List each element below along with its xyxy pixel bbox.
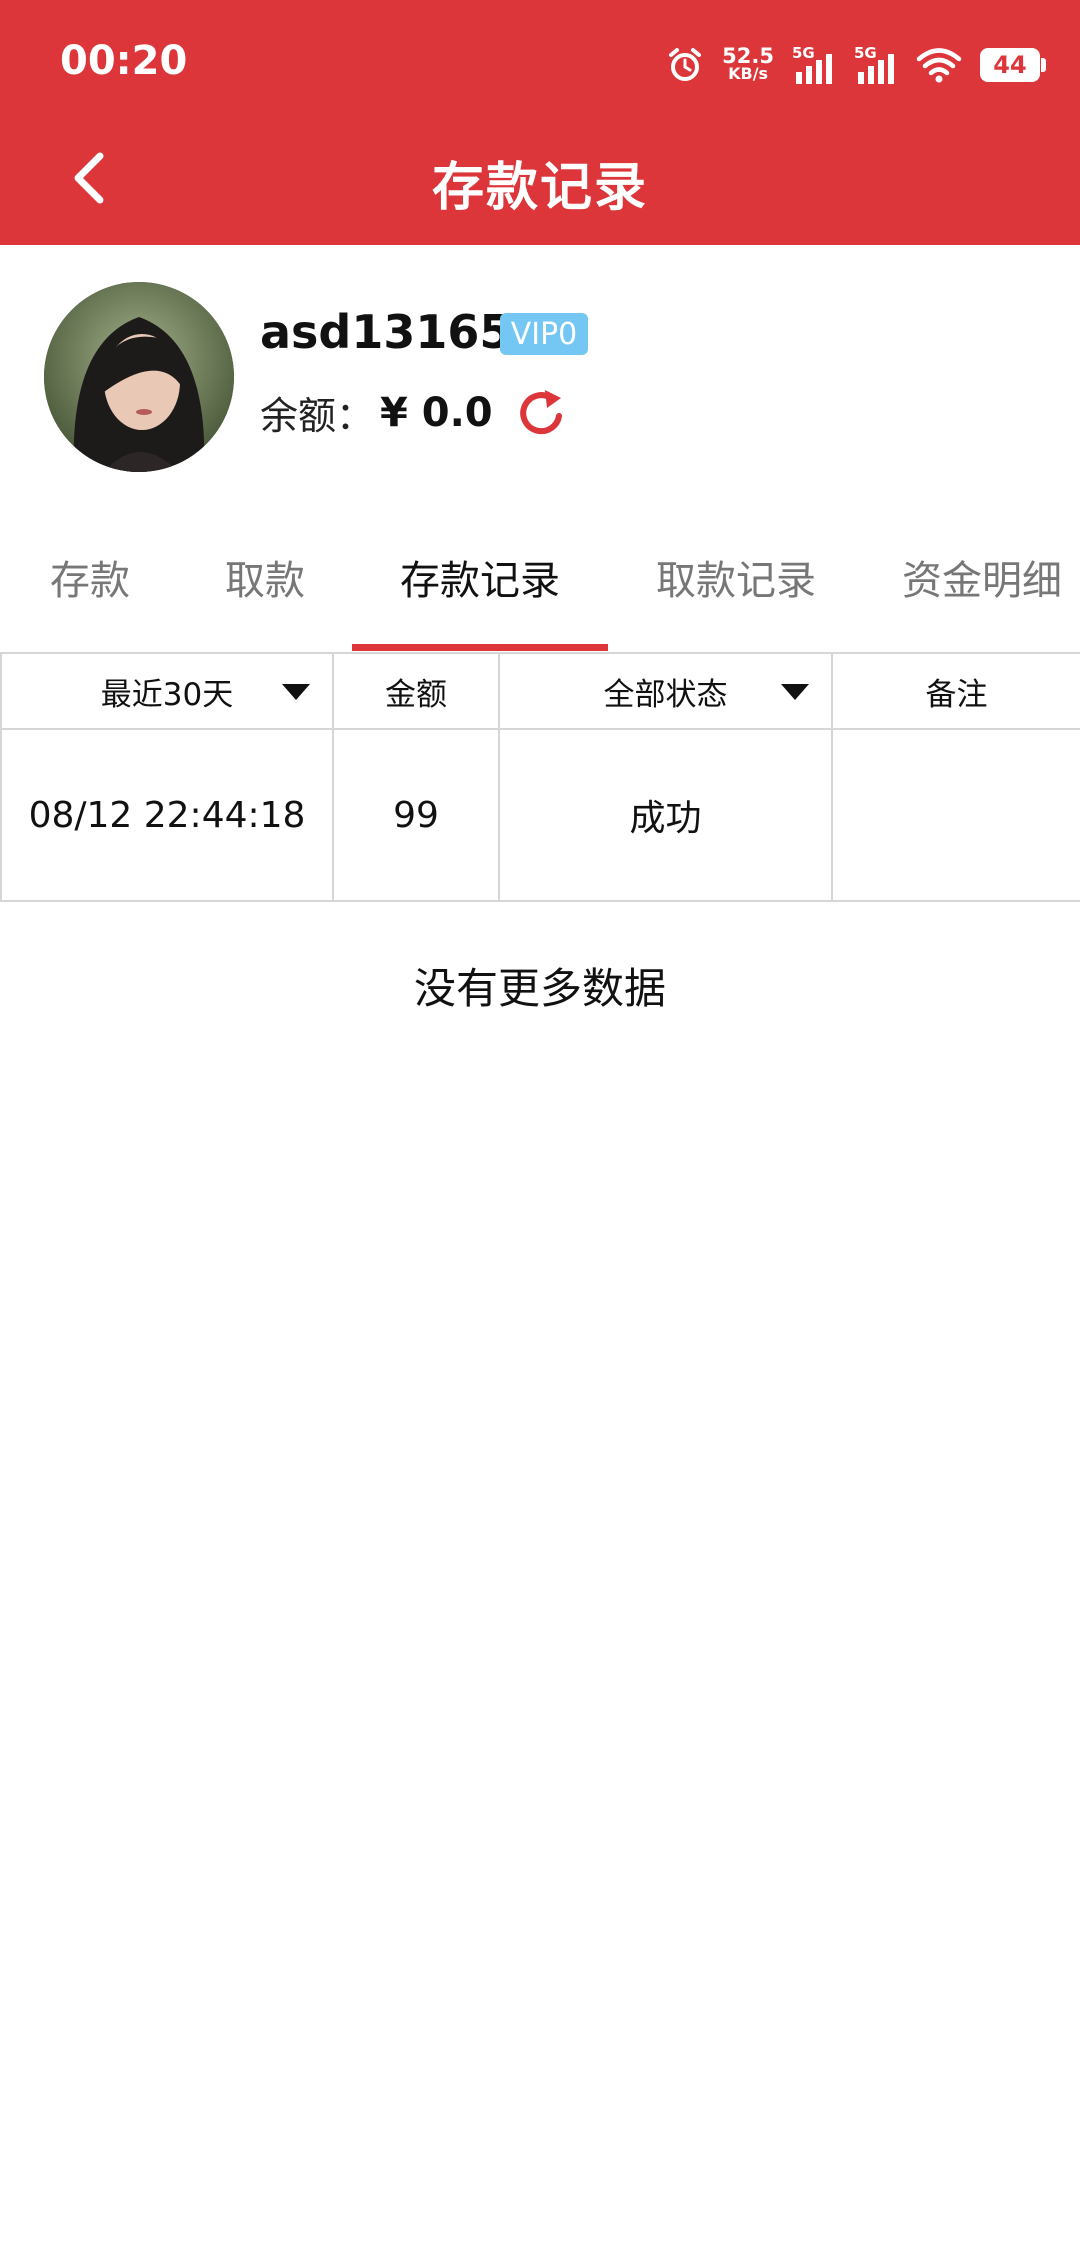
cell-time: 08/12 22:44:18 <box>0 728 334 902</box>
tab-deposit[interactable]: 存款 <box>10 548 170 658</box>
signal-icon: 5G <box>792 44 836 84</box>
page-title: 存款记录 <box>431 158 648 218</box>
battery-icon: 44 <box>980 48 1046 82</box>
refresh-icon[interactable] <box>515 386 569 440</box>
balance-value: ¥ 0.0 <box>380 389 493 436</box>
signal-icon-2: 5G <box>854 44 898 84</box>
column-amount: 金额 <box>332 652 500 730</box>
table-header-row: 最近30天 金额 全部状态 备注 <box>0 652 1080 730</box>
filter-date-range[interactable]: 最近30天 <box>0 652 334 730</box>
wifi-icon <box>916 46 962 84</box>
tab-withdraw-records[interactable]: 取款记录 <box>618 548 854 658</box>
cell-status: 成功 <box>498 728 833 902</box>
tab-withdraw[interactable]: 取款 <box>185 548 345 658</box>
column-note: 备注 <box>831 652 1080 730</box>
caret-down-icon <box>781 684 809 700</box>
network-speed: 52.5 KB/s <box>722 44 774 83</box>
filter-status-label: 全部状态 <box>603 676 728 713</box>
tab-deposit-records[interactable]: 存款记录 <box>352 548 608 658</box>
cell-amount: 99 <box>332 728 500 902</box>
records-table: 最近30天 金额 全部状态 备注 08/12 22:44:18 99 成功 <box>0 652 1080 902</box>
tab-fund-details[interactable]: 资金明细 <box>884 548 1080 658</box>
tab-active-indicator <box>352 644 608 651</box>
balance-label: 余额： <box>260 394 375 438</box>
balance-row: 余额： ¥ 0.0 <box>260 385 569 440</box>
status-time: 00:20 <box>60 38 188 84</box>
avatar[interactable] <box>44 282 234 472</box>
tab-bar: 存款 取款 存款记录 取款记录 资金明细 <box>0 548 1080 658</box>
vip-badge: VIP0 <box>500 313 588 355</box>
table-row[interactable]: 08/12 22:44:18 99 成功 <box>0 728 1080 902</box>
app-header: 00:20 52.5 KB/s 5G 5G 44 存款记录 <box>0 0 1080 245</box>
alarm-icon <box>666 46 704 84</box>
cell-note <box>831 728 1080 902</box>
status-icons: 52.5 KB/s 5G 5G 44 <box>666 40 1046 90</box>
caret-down-icon <box>282 684 310 700</box>
no-more-data: 没有更多数据 <box>413 964 666 1013</box>
filter-date-label: 最近30天 <box>100 676 234 713</box>
filter-status[interactable]: 全部状态 <box>498 652 833 730</box>
